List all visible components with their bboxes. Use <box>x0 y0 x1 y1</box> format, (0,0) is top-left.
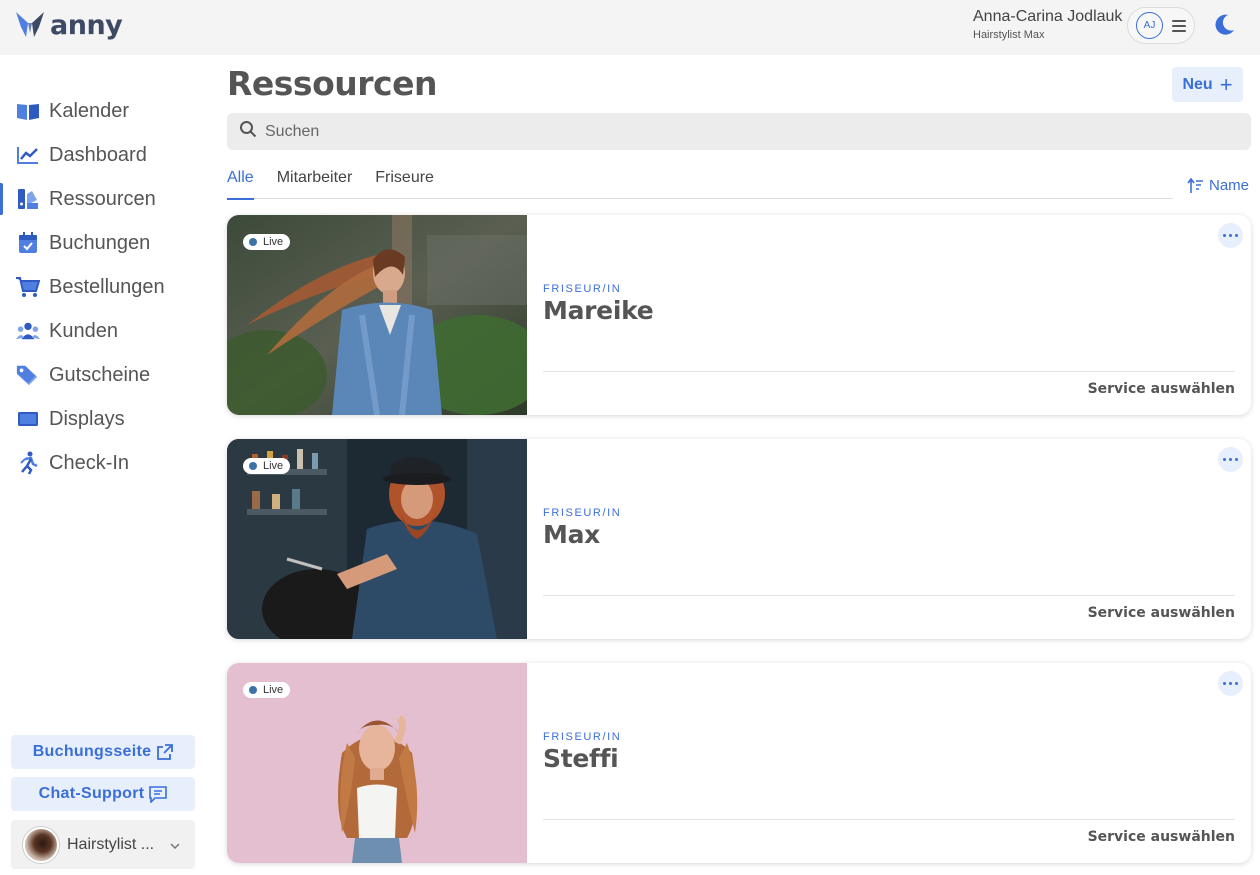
resource-card-mareike[interactable]: Live FRISEUR/IN Mareike Service auswähle… <box>227 215 1251 415</box>
resource-photo: Live <box>227 663 527 863</box>
sidebar-item-label: Kalender <box>49 99 130 122</box>
search-input[interactable] <box>265 122 1165 141</box>
organization-switcher[interactable]: Hairstylist ... <box>11 820 195 869</box>
sidebar-nav: Kalender Dashboard Ressourcen Buchungen … <box>0 89 210 485</box>
sidebar-item-check-in[interactable]: Check-In <box>0 441 210 485</box>
resource-role: FRISEUR/IN <box>543 283 622 295</box>
resource-name: Mareike <box>543 296 654 325</box>
tab-alle[interactable]: Alle <box>227 166 254 200</box>
page-title: Ressourcen <box>227 64 437 103</box>
tab-friseure[interactable]: Friseure <box>375 166 434 199</box>
status-label: Live <box>263 236 284 248</box>
sidebar-item-dashboard[interactable]: Dashboard <box>0 133 210 177</box>
divider <box>543 819 1235 820</box>
select-service-link[interactable]: Service auswählen <box>1088 381 1235 397</box>
user-role: Hairstylist Max <box>973 29 1045 41</box>
sidebar-item-gutscheine[interactable]: Gutscheine <box>0 353 210 397</box>
user-info: Anna-Carina Jodlauk Hairstylist Max <box>973 8 1122 41</box>
user-name: Anna-Carina Jodlauk <box>973 8 1123 25</box>
book-icon <box>16 99 40 123</box>
resource-card-max[interactable]: Live FRISEUR/IN Max Service auswählen <box>227 439 1251 639</box>
live-dot-icon <box>249 238 257 246</box>
more-dots-icon[interactable] <box>1218 223 1243 248</box>
divider <box>543 595 1235 596</box>
resource-role: FRISEUR/IN <box>543 507 622 519</box>
sidebar-item-bestellungen[interactable]: Bestellungen <box>0 265 210 309</box>
resource-name: Steffi <box>543 744 619 773</box>
sidebar-item-label: Check-In <box>49 451 130 474</box>
chat-support-button[interactable]: Chat-Support <box>11 777 195 811</box>
resource-photo: Live <box>227 215 527 415</box>
select-service-link[interactable]: Service auswählen <box>1088 829 1235 845</box>
tags-icon <box>16 363 40 387</box>
logo[interactable]: anny <box>14 9 123 41</box>
users-icon <box>16 319 40 343</box>
organization-name: Hairstylist ... <box>67 835 155 853</box>
status-label: Live <box>263 684 284 696</box>
user-avatar: AJ <box>1136 12 1163 39</box>
trend-chart-icon <box>16 143 40 167</box>
chat-support-label: Chat-Support <box>38 785 145 802</box>
sidebar-item-label: Dashboard <box>49 143 147 166</box>
cart-icon <box>16 275 40 299</box>
sidebar-item-kalender[interactable]: Kalender <box>0 89 210 133</box>
sort-label: Name <box>1209 177 1250 194</box>
calendar-check-icon <box>16 231 40 255</box>
sidebar-item-kunden[interactable]: Kunden <box>0 309 210 353</box>
sort-ascending-icon <box>1187 177 1204 194</box>
new-button-label: Neu <box>1182 75 1213 93</box>
booking-page-button[interactable]: Buchungsseite <box>11 735 195 769</box>
running-person-icon <box>16 451 40 475</box>
filter-tabs: Alle Mitarbeiter Friseure <box>227 166 1173 200</box>
sidebar-item-label: Bestellungen <box>49 275 165 298</box>
monitor-icon <box>16 407 40 431</box>
live-dot-icon <box>249 462 257 470</box>
search-icon <box>239 120 257 143</box>
sidebar: Kalender Dashboard Ressourcen Buchungen … <box>0 55 210 875</box>
live-dot-icon <box>249 686 257 694</box>
sidebar-item-label: Displays <box>49 407 125 430</box>
tab-mitarbeiter[interactable]: Mitarbeiter <box>277 166 353 199</box>
sidebar-item-ressourcen[interactable]: Ressourcen <box>0 177 210 221</box>
resources-icon <box>16 187 40 211</box>
external-link-icon <box>156 743 174 761</box>
select-service-link[interactable]: Service auswählen <box>1088 605 1235 621</box>
more-dots-icon[interactable] <box>1218 447 1243 472</box>
chevron-down-icon <box>169 837 181 855</box>
organization-avatar <box>23 826 59 863</box>
sidebar-item-buchungen[interactable]: Buchungen <box>0 221 210 265</box>
sidebar-item-displays[interactable]: Displays <box>0 397 210 441</box>
status-label: Live <box>263 460 284 472</box>
resource-card-steffi[interactable]: Live FRISEUR/IN Steffi Service auswählen <box>227 663 1251 863</box>
chat-icon <box>149 785 168 803</box>
sidebar-item-label: Buchungen <box>49 231 151 254</box>
sort-button[interactable]: Name <box>1187 177 1249 194</box>
search-bar[interactable] <box>227 113 1251 150</box>
status-badge: Live <box>243 234 291 250</box>
booking-page-label: Buchungsseite <box>32 743 152 760</box>
sidebar-item-label: Ressourcen <box>49 187 156 210</box>
sidebar-item-label: Gutscheine <box>49 363 151 386</box>
moon-icon[interactable] <box>1211 12 1237 43</box>
resource-name: Max <box>543 520 600 549</box>
sidebar-item-label: Kunden <box>49 319 118 342</box>
plus-icon: + <box>1219 71 1233 97</box>
divider <box>543 371 1235 372</box>
more-dots-icon[interactable] <box>1218 671 1243 696</box>
status-badge: Live <box>243 458 291 474</box>
butterfly-logo-icon <box>16 12 44 37</box>
user-menu-button[interactable]: AJ <box>1127 7 1195 44</box>
resource-photo: Live <box>227 439 527 639</box>
logo-text: anny <box>50 9 123 41</box>
resource-role: FRISEUR/IN <box>543 731 622 743</box>
new-resource-button[interactable]: Neu + <box>1172 67 1243 102</box>
top-bar: anny Anna-Carina Jodlauk Hairstylist Max… <box>0 0 1260 55</box>
hamburger-icon <box>1172 17 1186 35</box>
status-badge: Live <box>243 682 291 698</box>
